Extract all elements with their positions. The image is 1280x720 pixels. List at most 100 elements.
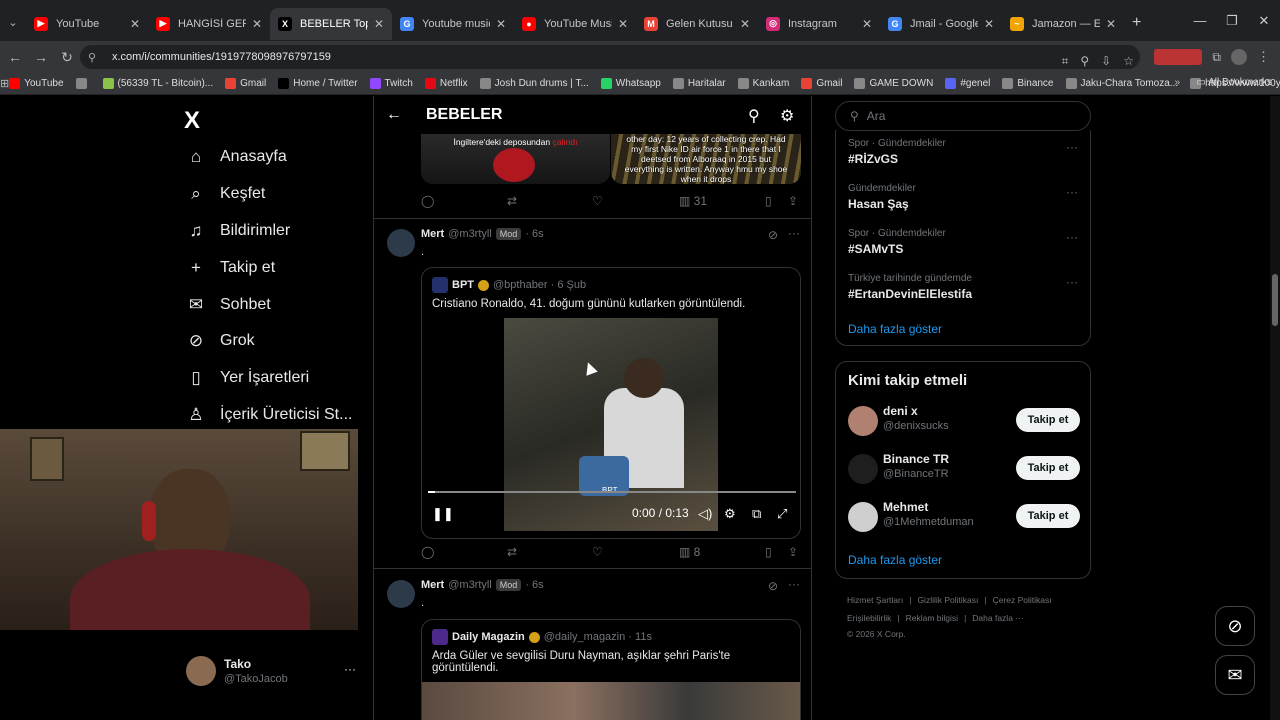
- bookmark-item[interactable]: Haritalar: [672, 78, 726, 89]
- bookmark-item[interactable]: Twitch: [369, 78, 413, 89]
- footer-link[interactable]: Reklam bilgisi: [906, 613, 958, 623]
- video-player[interactable]: BPT ❚❚ 0:00 / 0:13 ◁) ⚙ ⧉ ⤢: [422, 318, 800, 531]
- browser-tab[interactable]: ▶ HANGİSİ GERÇEK SES ✕: [148, 8, 270, 40]
- post-author-name[interactable]: Mert: [421, 228, 444, 240]
- who-to-follow-item[interactable]: Mehmet @1Mehmetduman Takip et: [848, 500, 1080, 534]
- tab-close-icon[interactable]: ✕: [740, 17, 750, 31]
- bookmark-item[interactable]: Jaku-Chara Tomoza...: [1065, 78, 1178, 89]
- post-author-handle[interactable]: @m3rtyll: [448, 579, 492, 591]
- bookmark-item[interactable]: #genel: [945, 78, 990, 89]
- trend-more-icon[interactable]: ···: [1066, 230, 1078, 244]
- tab-close-icon[interactable]: ✕: [1106, 17, 1116, 31]
- post-more-icon[interactable]: ···: [788, 577, 800, 591]
- nav-item-chat[interactable]: ✉ Sohbet: [186, 295, 271, 315]
- bookmark-item[interactable]: Netflix: [424, 78, 468, 89]
- who-to-follow-item[interactable]: deni x @denixsucks Takip et: [848, 404, 1080, 438]
- trend-item[interactable]: Spor · Gündemdekiler #SAMvTS: [848, 228, 946, 256]
- share-icon[interactable]: ⇪: [788, 545, 798, 559]
- tab-close-icon[interactable]: ✕: [618, 17, 628, 31]
- browser-tab[interactable]: M Gelen Kutusu (1.701) ✕: [636, 8, 758, 40]
- account-switcher[interactable]: Tako @TakoJacob ···: [186, 656, 356, 686]
- grok-icon[interactable]: ⊘: [768, 579, 778, 593]
- grok-fab-icon[interactable]: ⊘: [1215, 606, 1255, 646]
- nav-item-grok[interactable]: ⊘ Grok: [186, 331, 255, 351]
- footer-link[interactable]: Gizlilik Politikası: [917, 595, 978, 605]
- bookmark-item[interactable]: Binance: [1002, 78, 1054, 89]
- bookmark-item[interactable]: GAME DOWN: [854, 78, 933, 89]
- top-media-left[interactable]: İngiltere'deki deposundan çalındı: [421, 134, 610, 184]
- nav-item-explore[interactable]: ⌕ Keşfet: [186, 184, 265, 204]
- like-icon[interactable]: ♡: [592, 194, 603, 208]
- bookmark-item[interactable]: Kankam: [737, 78, 789, 89]
- x-logo-icon[interactable]: X: [184, 107, 200, 135]
- quote-post[interactable]: Daily Magazin @daily_magazin · 11s Arda …: [421, 619, 801, 720]
- translate-icon[interactable]: ⌗: [1062, 54, 1069, 69]
- zoom-icon[interactable]: ⚲: [1080, 54, 1089, 68]
- who-avatar[interactable]: [848, 406, 878, 436]
- browser-tab[interactable]: ◎ Instagram ✕: [758, 8, 880, 40]
- who-name[interactable]: Mehmet: [883, 500, 928, 514]
- bookmark-item[interactable]: YouTube: [9, 78, 64, 89]
- video-progress-bar[interactable]: [428, 491, 796, 493]
- bookmarks-overflow-icon[interactable]: »: [1174, 77, 1180, 88]
- bookmark-icon[interactable]: ▯: [765, 194, 772, 208]
- pause-icon[interactable]: ❚❚: [432, 506, 454, 522]
- quote-post[interactable]: BPT @bpthaber · 6 Şub Cristiano Ronaldo,…: [421, 267, 801, 539]
- views-icon[interactable]: ▥ 8: [679, 545, 700, 559]
- tab-close-icon[interactable]: ✕: [496, 17, 506, 31]
- trend-item[interactable]: Gündemdekiler Hasan Şaş: [848, 183, 916, 211]
- settings-gear-icon[interactable]: ⚙: [780, 106, 794, 126]
- browser-tab[interactable]: ▶ YouTube ✕: [26, 8, 148, 40]
- window-minimize-button[interactable]: —: [1184, 13, 1216, 28]
- tab-close-icon[interactable]: ✕: [130, 17, 140, 31]
- post-author-handle[interactable]: @m3rtyll: [448, 228, 492, 240]
- window-restore-button[interactable]: ❐: [1216, 13, 1248, 29]
- forward-icon[interactable]: →: [28, 49, 54, 65]
- footer-link[interactable]: Çerez Politikası: [993, 595, 1052, 605]
- who-name[interactable]: deni x: [883, 404, 918, 418]
- search-icon[interactable]: ⚲: [748, 106, 760, 126]
- footer-link[interactable]: Daha fazla ···: [972, 613, 1024, 623]
- grok-icon[interactable]: ⊘: [768, 228, 778, 242]
- who-name[interactable]: Binance TR: [883, 452, 949, 466]
- profile-avatar-icon[interactable]: [1231, 49, 1247, 65]
- who-avatar[interactable]: [848, 454, 878, 484]
- tab-close-icon[interactable]: ✕: [374, 17, 384, 31]
- who-avatar[interactable]: [848, 502, 878, 532]
- bookmark-item[interactable]: Josh Dun drums | T...: [479, 78, 589, 89]
- browser-tab[interactable]: ● YouTube Music ✕: [514, 8, 636, 40]
- search-input[interactable]: ⚲ Ara: [835, 101, 1091, 131]
- reply-icon[interactable]: ◯: [421, 545, 434, 559]
- back-icon[interactable]: ←: [2, 49, 28, 65]
- install-icon[interactable]: ⇩: [1101, 54, 1111, 68]
- nav-item-creator-studio[interactable]: ♙ İçerik Üreticisi St...: [186, 405, 352, 425]
- follow-button[interactable]: Takip et: [1016, 456, 1080, 480]
- star-icon[interactable]: ☆: [1123, 54, 1134, 68]
- trend-more-icon[interactable]: ···: [1066, 185, 1078, 199]
- browser-tab[interactable]: ~ Jamazon — Epstein A ✕: [1002, 8, 1124, 40]
- extension-icon[interactable]: [1154, 49, 1203, 65]
- top-media-right[interactable]: other day: 12 years of collecting crep. …: [611, 134, 801, 184]
- post-avatar[interactable]: [387, 580, 415, 608]
- tab-search-icon[interactable]: ⌄: [0, 16, 26, 29]
- menu-icon[interactable]: ⋮: [1257, 49, 1270, 65]
- trends-show-more-link[interactable]: Daha fazla göster: [848, 322, 942, 336]
- nav-item-notifications[interactable]: ♫ Bildirimler: [186, 221, 291, 241]
- post-avatar[interactable]: [387, 229, 415, 257]
- nav-item-home[interactable]: ⌂ Anasayfa: [186, 147, 287, 167]
- trend-more-icon[interactable]: ···: [1066, 140, 1078, 154]
- post-time[interactable]: · 6s: [525, 579, 543, 591]
- video-settings-icon[interactable]: ⚙: [724, 506, 736, 522]
- repost-icon[interactable]: ⇄: [507, 545, 517, 559]
- messages-fab-icon[interactable]: ✉: [1215, 655, 1255, 695]
- browser-tab[interactable]: G Youtube music - Goo ✕: [392, 8, 514, 40]
- bookmark-item[interactable]: Gmail: [225, 78, 266, 89]
- nav-item-follow[interactable]: + Takip et: [186, 258, 275, 278]
- reply-icon[interactable]: ◯: [421, 194, 434, 208]
- like-icon[interactable]: ♡: [592, 545, 603, 559]
- bookmark-item[interactable]: Gmail: [801, 78, 842, 89]
- trend-item[interactable]: Spor · Gündemdekiler #RİZvGS: [848, 138, 946, 166]
- page-scrollbar[interactable]: [1270, 96, 1280, 720]
- apps-icon[interactable]: ⊞: [0, 77, 9, 90]
- trend-item[interactable]: Türkiye tarihinde gündemde #ErtanDevinElE…: [848, 273, 972, 301]
